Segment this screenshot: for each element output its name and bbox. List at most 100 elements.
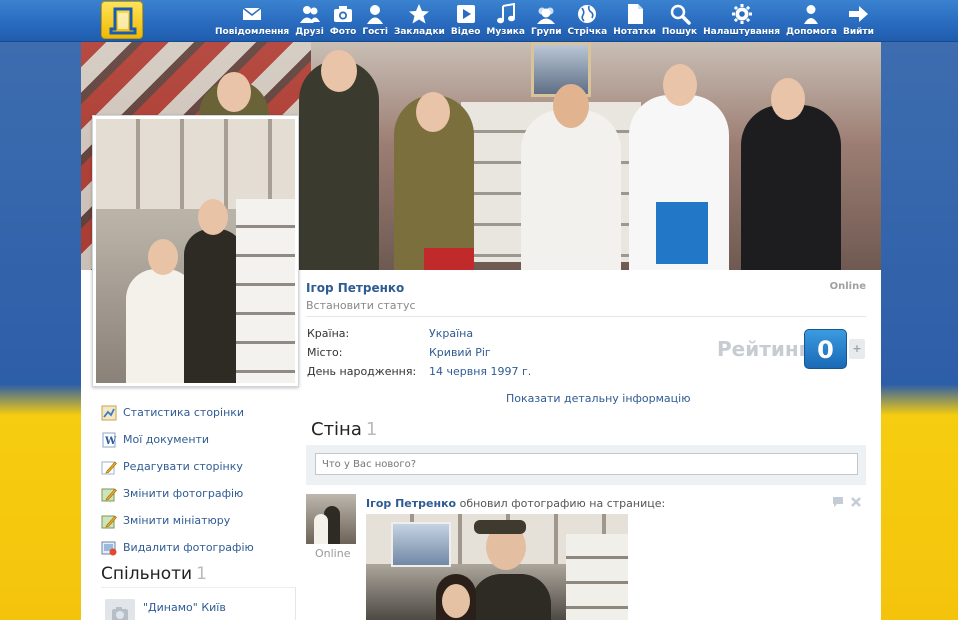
wall-count: 1 (365, 419, 378, 440)
help-person-icon (804, 5, 819, 24)
menu-item-edit-photo[interactable]: Змінити фотографію (101, 480, 254, 507)
profile-page: Ігор Петренко Встановити статус Online К… (81, 42, 881, 620)
nav-item-label: Відео (450, 27, 481, 37)
close-icon[interactable] (850, 496, 862, 508)
menu-item-delete-photo[interactable]: Видалити фотографію (101, 534, 254, 561)
star-icon (409, 4, 430, 24)
nav-item-document[interactable]: Нотатки (610, 0, 659, 42)
music-note-icon (496, 3, 515, 24)
user-icon (367, 5, 384, 24)
profile-actions-menu: Статистика сторінки W Мої документи Редагув… (101, 399, 254, 561)
communities-title: Спільноти (101, 564, 193, 584)
nav-item-star[interactable]: Закладки (391, 0, 448, 42)
nav-item-music-note[interactable]: Музика (483, 0, 528, 42)
rating-badge[interactable]: 0 (804, 329, 847, 369)
menu-item-word-document[interactable]: W Мої документи (101, 426, 254, 453)
nav-item-friends[interactable]: Друзі (292, 0, 327, 42)
nav-item-label: Нотатки (613, 27, 656, 37)
comment-icon[interactable] (832, 496, 844, 508)
svg-text:W: W (104, 436, 117, 447)
post-author-avatar[interactable] (306, 494, 356, 544)
menu-item-edit-thumbnail[interactable]: Змінити мініатюру (101, 507, 254, 534)
friends-icon (299, 6, 320, 23)
info-value[interactable]: Україна (429, 327, 473, 340)
info-label: Країна: (307, 327, 350, 340)
menu-item-label: Статистика сторінки (123, 406, 245, 419)
post-author-online: Online (315, 547, 351, 560)
profile-avatar[interactable] (92, 115, 299, 387)
envelope-icon (242, 7, 262, 20)
menu-item-label: Мої документи (123, 433, 210, 446)
communities-count: 1 (196, 564, 207, 584)
gear-icon (731, 4, 752, 24)
main-nav: Повідомлення Друзі Фото Гості Закладки Відео М… (212, 0, 877, 42)
menu-item-label: Змінити мініатюру (123, 514, 231, 527)
wall-post-input[interactable] (315, 453, 858, 475)
online-indicator: Online (829, 281, 866, 292)
nav-item-user[interactable]: Гості (359, 0, 391, 42)
wall-title: Стіна (311, 419, 362, 440)
document-icon (627, 4, 643, 24)
info-value[interactable]: 14 червня 1997 г. (429, 365, 531, 378)
group-icon (537, 7, 556, 24)
menu-item-label: Редагувати сторінку (123, 460, 243, 473)
logo-icon (109, 7, 137, 35)
nav-item-label: Фото (329, 27, 357, 37)
community-name[interactable]: "Динамо" Київ (143, 601, 226, 614)
nav-item-camera[interactable]: Фото (327, 0, 360, 42)
info-value[interactable]: Кривий Ріг (429, 346, 491, 359)
nav-item-label: Закладки (393, 27, 445, 37)
nav-item-label: Музика (486, 27, 525, 37)
nav-item-label: Вийти (842, 27, 874, 37)
info-label: Місто: (307, 346, 343, 359)
delete-photo-icon (101, 541, 117, 555)
camera-icon (334, 6, 353, 22)
show-details-link[interactable]: Показати детальну інформацію (506, 392, 690, 405)
nav-item-magnifier[interactable]: Пошук (659, 0, 700, 42)
post-actions (832, 496, 862, 508)
post-action-text: обновил фотографию на странице: (456, 497, 666, 510)
edit-photo-icon (101, 488, 117, 501)
nav-item-arrow-right[interactable]: Вийти (840, 0, 877, 42)
nav-item-label: Стрічка (567, 27, 608, 37)
nav-item-globe[interactable]: Стрічка (565, 0, 611, 42)
post-photo[interactable] (366, 514, 628, 620)
communities-heading[interactable]: Спільноти 1 (101, 564, 207, 584)
set-status-link[interactable]: Встановити статус (306, 299, 416, 312)
play-icon (456, 5, 475, 23)
nav-item-group[interactable]: Групи (528, 0, 565, 42)
nav-item-help-person[interactable]: Допомога (783, 0, 840, 42)
chart-icon (101, 405, 117, 420)
menu-item-label: Змінити фотографію (123, 487, 244, 500)
communities-divider (101, 587, 296, 588)
globe-icon (578, 5, 597, 23)
menu-item-pencil[interactable]: Редагувати сторінку (101, 453, 254, 480)
nav-item-label: Повідомлення (215, 27, 290, 37)
nav-item-gear[interactable]: Налаштування (700, 0, 783, 42)
top-navigation-bar: Повідомлення Друзі Фото Гості Закладки Відео М… (0, 0, 958, 42)
profile-name[interactable]: Ігор Петренко (306, 281, 404, 295)
nav-item-label: Налаштування (703, 27, 781, 37)
info-divider (306, 316, 866, 317)
avatar-photo (96, 119, 295, 383)
nav-item-label: Групи (530, 27, 562, 37)
post-header: Ігор Петренко обновил фотографию на стра… (366, 497, 665, 510)
rating-plus-button[interactable]: + (849, 339, 865, 359)
nav-item-label: Допомога (786, 27, 837, 37)
arrow-right-icon (849, 6, 869, 22)
menu-item-chart[interactable]: Статистика сторінки (101, 399, 254, 426)
edit-thumbnail-icon (101, 515, 117, 528)
column-divider (295, 587, 296, 620)
nav-item-label: Друзі (295, 27, 324, 37)
nav-item-play[interactable]: Відео (448, 0, 484, 42)
camera-placeholder-icon (105, 599, 135, 620)
menu-item-label: Видалити фотографію (123, 541, 254, 554)
pencil-icon (101, 461, 117, 474)
post-author-name[interactable]: Ігор Петренко (366, 497, 456, 510)
nav-item-envelope[interactable]: Повідомлення (212, 0, 292, 42)
community-item[interactable]: "Динамо" Київ (105, 599, 226, 620)
magnifier-icon (670, 4, 691, 25)
wall-heading: Стіна 1 (311, 419, 377, 440)
info-label: День народження: (307, 365, 417, 378)
site-logo[interactable] (101, 1, 143, 39)
